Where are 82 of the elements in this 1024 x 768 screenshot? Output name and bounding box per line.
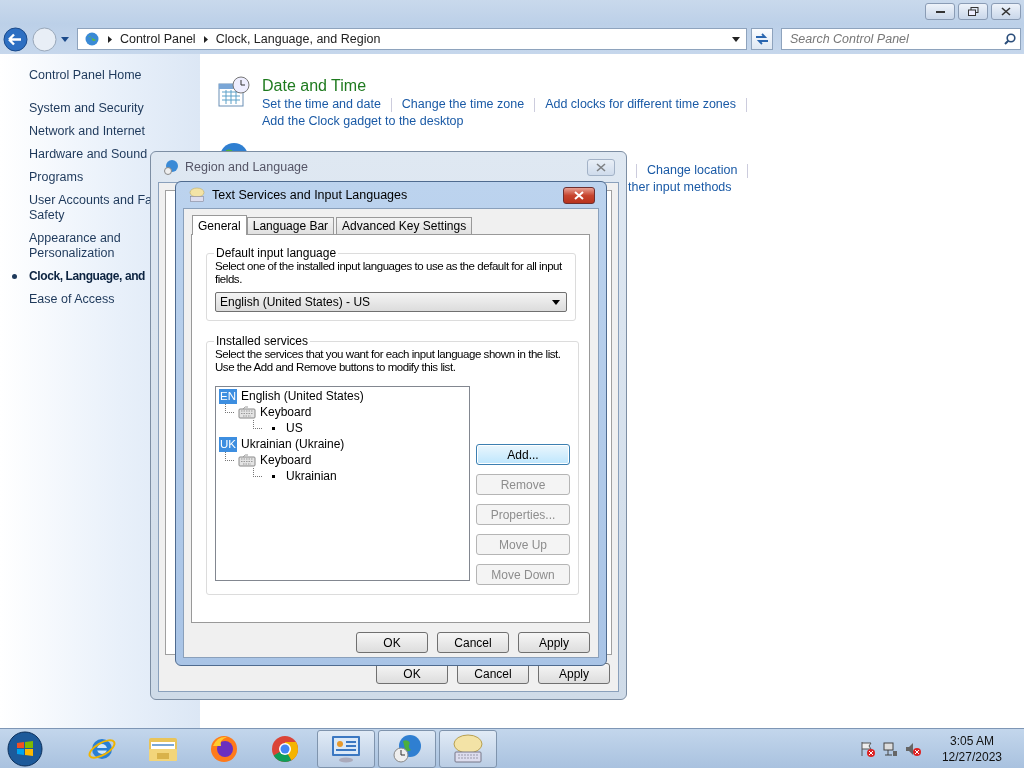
category-title[interactable]: Date and Time xyxy=(262,76,757,96)
keyboard-chat-icon xyxy=(451,732,485,765)
sidebar-link[interactable]: Control Panel Home xyxy=(29,68,142,83)
taskbar-button[interactable] xyxy=(439,729,497,768)
keyboard-chat-icon xyxy=(188,187,206,203)
task-link[interactable]: Change location xyxy=(647,162,738,179)
tree-item[interactable]: Ukrainian (Ukraine) xyxy=(241,437,345,451)
service-button[interactable]: Add... xyxy=(476,444,570,465)
breadcrumb-item[interactable]: Control Panel xyxy=(119,32,196,46)
address-bar[interactable]: Control Panel Clock, Language, and Region xyxy=(76,28,748,50)
tree-item[interactable]: Keyboard xyxy=(260,405,312,419)
forward-circle-icon xyxy=(32,26,57,52)
chevron-icon xyxy=(203,35,208,43)
sidebar-link[interactable]: Network and Internet xyxy=(29,124,146,139)
refresh-arrows-icon xyxy=(755,33,770,45)
close-icon xyxy=(1001,7,1011,16)
dialog-title: Text Services and Input Languages xyxy=(212,188,408,202)
breadcrumb-item[interactable]: Clock, Language, and Region xyxy=(215,32,381,46)
globe-clock-icon xyxy=(163,159,179,175)
tab[interactable]: Advanced Key Settings xyxy=(336,217,473,234)
dialog-title: Region and Language xyxy=(185,160,309,174)
tree-item[interactable]: US xyxy=(286,421,303,435)
sidebar-link[interactable]: Clock, Language, and xyxy=(12,269,146,284)
control-panel-icon xyxy=(330,733,362,764)
tree-item[interactable]: Keyboard xyxy=(260,453,312,467)
restore-icon xyxy=(967,7,979,16)
language-dropdown[interactable]: English (United States) - US xyxy=(215,292,567,312)
sidebar-link[interactable]: Appearance and Personalization xyxy=(29,231,121,261)
start-orb-icon xyxy=(7,730,43,767)
dropdown-arrow-icon[interactable] xyxy=(732,36,741,42)
group-title: Default input language xyxy=(215,246,338,260)
minimize-icon xyxy=(935,10,945,13)
task-link[interactable]: Set the time and date xyxy=(262,96,381,113)
close-icon xyxy=(574,190,584,200)
task-link[interactable]: Add the Clock gadget to the desktop xyxy=(262,113,464,130)
control-panel-globe-icon xyxy=(83,31,100,47)
taskbar-button[interactable] xyxy=(317,729,375,768)
clock-time[interactable]: 3:05 AM xyxy=(949,732,994,749)
group-description: Select the services that you want for each input language shown in the list. Use the Add and Remove buttons to modify this list. xyxy=(215,348,562,374)
taskbar-button[interactable] xyxy=(378,729,436,768)
sidebar-link[interactable]: Programs xyxy=(29,170,84,185)
history-dropdown-icon[interactable] xyxy=(61,36,69,42)
globe-clock-icon xyxy=(391,732,423,765)
tab[interactable]: Language Bar xyxy=(246,217,335,234)
dialog-button[interactable]: OK xyxy=(356,632,428,653)
task-link[interactable]: ther input methods xyxy=(628,179,732,196)
back-button[interactable] xyxy=(3,26,28,52)
sidebar-link[interactable]: Ease of Access xyxy=(29,292,115,307)
close-icon xyxy=(596,162,606,172)
group-description: Select one of the installed input languages to use as the default for all input fields. xyxy=(215,260,563,286)
tree-item[interactable]: English (United States) xyxy=(241,389,364,403)
clock-date[interactable]: 12/27/2023 xyxy=(941,748,1002,765)
sidebar-link[interactable]: System and Security xyxy=(29,101,144,116)
group-title: Installed services xyxy=(215,334,310,348)
minimize-button[interactable] xyxy=(925,3,955,20)
close-button[interactable] xyxy=(563,186,595,204)
task-link[interactable]: Add clocks for different time zones xyxy=(545,96,736,113)
search-icon xyxy=(1004,33,1016,45)
dialog-button[interactable]: Cancel xyxy=(437,632,509,653)
language-code-badge: EN xyxy=(219,388,237,404)
dialog-button[interactable]: Apply xyxy=(518,632,590,653)
flag-error-icon[interactable] xyxy=(858,740,875,757)
firefox-icon xyxy=(209,733,239,764)
network-icon[interactable] xyxy=(881,740,898,757)
tab[interactable]: General xyxy=(192,215,247,235)
keyboard-icon xyxy=(238,405,256,419)
language-code-badge: UK xyxy=(219,436,237,452)
sidebar-link[interactable]: Hardware and Sound xyxy=(29,147,148,162)
start-button[interactable] xyxy=(5,729,45,768)
chevron-icon xyxy=(107,35,112,43)
keyboard-icon xyxy=(238,453,256,467)
bullet-icon xyxy=(272,474,275,478)
task-link[interactable]: Change the time zone xyxy=(401,96,525,113)
restore-button[interactable] xyxy=(958,3,988,20)
calendar-clock-icon xyxy=(218,76,250,108)
bullet-icon xyxy=(272,426,275,430)
search-field[interactable]: Search Control Panel xyxy=(781,28,1021,50)
tree-item[interactable]: Ukrainian xyxy=(286,469,337,483)
close-button[interactable] xyxy=(991,3,1021,20)
dropdown-arrow-icon xyxy=(552,299,560,305)
refresh-button[interactable] xyxy=(751,28,773,50)
chrome-icon xyxy=(270,733,300,764)
